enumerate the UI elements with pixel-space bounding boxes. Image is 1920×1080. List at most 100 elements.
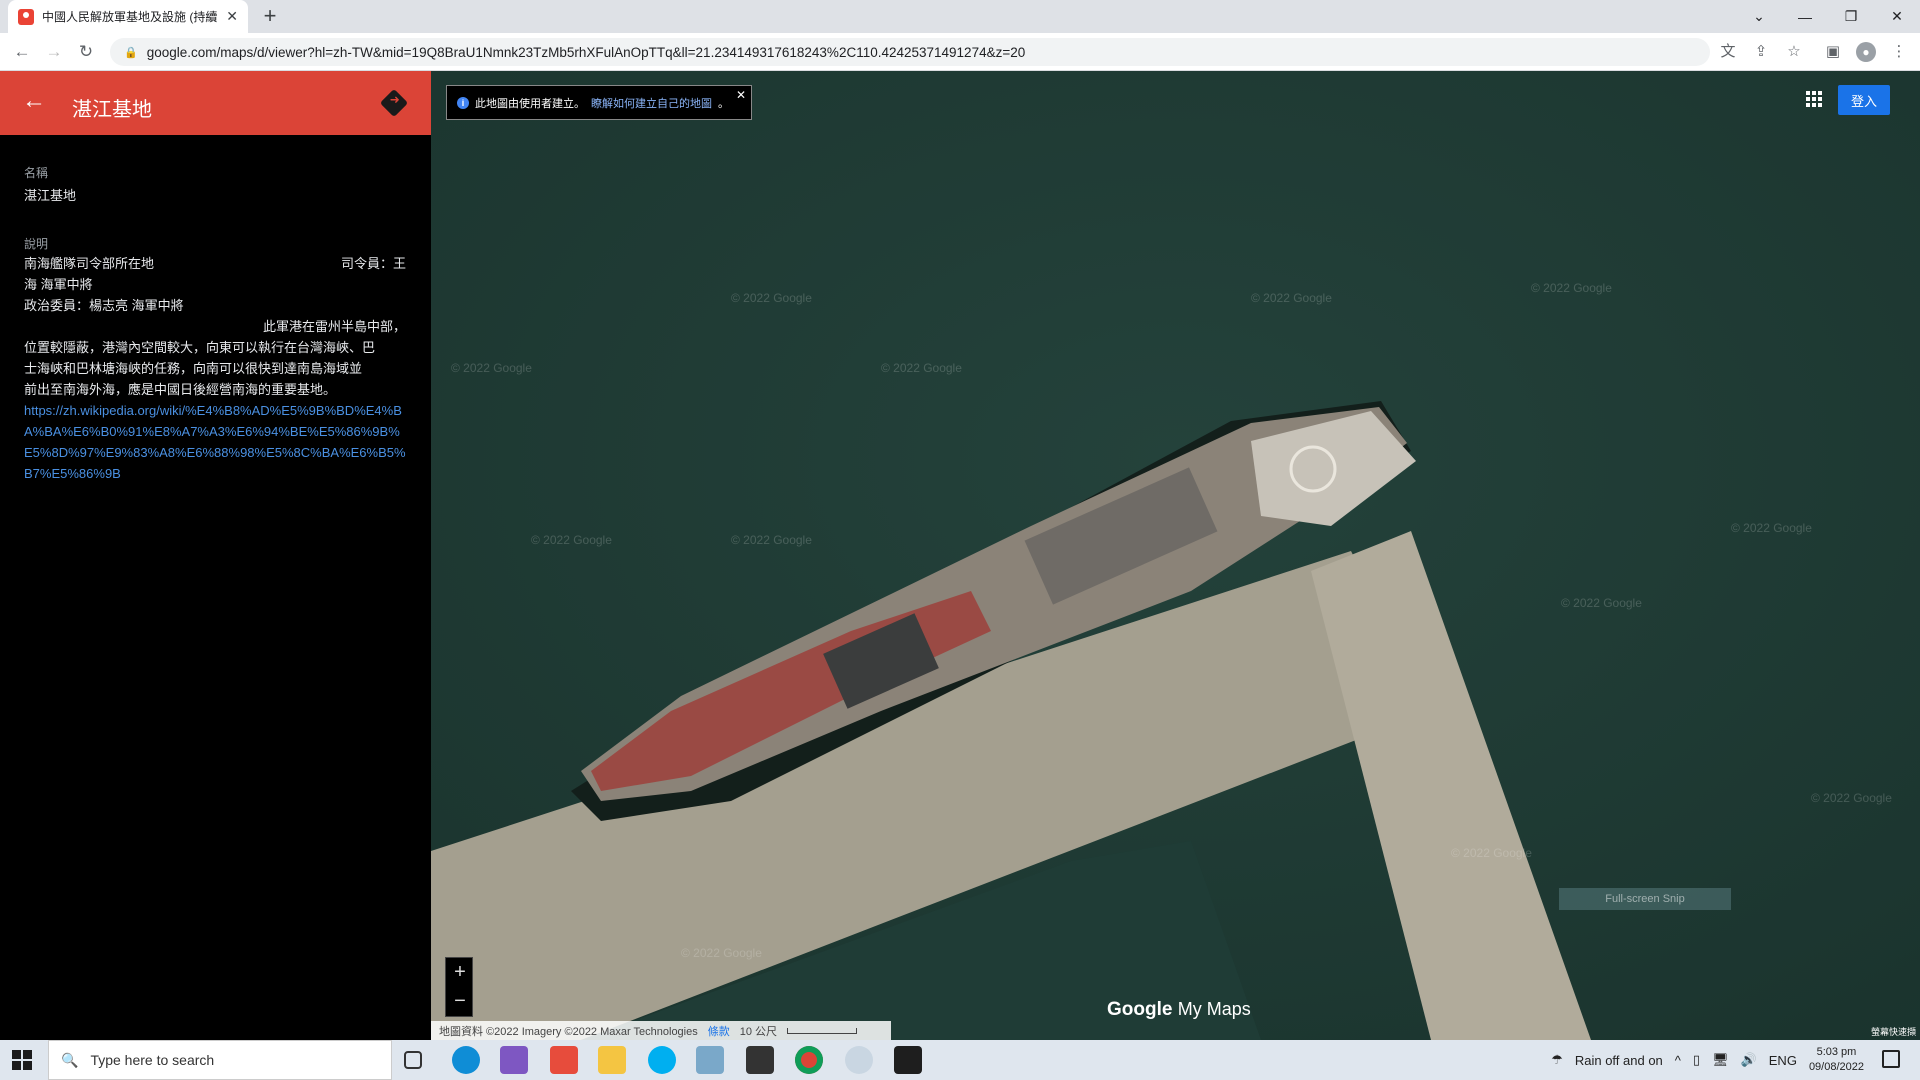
snip-corner-label: 螢幕快速擷 — [1870, 1027, 1916, 1037]
desc-line: 此軍港在雷州半島中部， — [262, 319, 406, 334]
zoom-in-button[interactable]: + — [446, 958, 474, 987]
sign-in-button[interactable]: 登入 — [1838, 85, 1890, 115]
task-view-icon[interactable] — [404, 1051, 422, 1069]
forward-icon[interactable]: → — [42, 40, 66, 64]
network-icon[interactable]: 🖥 — [1712, 1052, 1729, 1068]
map-attribution: 地圖資料 ©2022 Imagery ©2022 Maxar Technolog… — [439, 1025, 698, 1038]
edge-browser-icon[interactable] — [452, 1046, 480, 1074]
minimize-button[interactable]: — — [1782, 0, 1828, 33]
zoom-controls: + − — [445, 957, 473, 1017]
menu-kebab-icon[interactable]: ⋮ — [1889, 42, 1909, 62]
name-value: 湛江基地 — [24, 188, 77, 203]
snipping-tool-icon[interactable] — [845, 1046, 873, 1074]
clock-date: 09/08/2022 — [1808, 1061, 1864, 1073]
name-label: 名稱 — [24, 166, 49, 180]
map-footer: 地圖資料 ©2022 Imagery ©2022 Maxar Technolog… — [431, 1021, 891, 1040]
zoom-out-button[interactable]: − — [446, 987, 474, 1016]
map-watermark: © 2022 Google — [1811, 791, 1892, 805]
paint-app-icon[interactable] — [696, 1046, 724, 1074]
desc-line: 士海峽和巴林塘海峽的任務，向南可以很快到達南島海域並 — [24, 361, 363, 376]
clock-time: 5:03 pm — [1816, 1046, 1857, 1058]
share-icon[interactable]: ⇪ — [1751, 42, 1771, 62]
back-arrow-icon[interactable]: ← — [22, 87, 46, 115]
panel-header: ← 湛江基地 — [0, 71, 431, 135]
desc-line: 海 海軍中將 — [24, 277, 93, 292]
notice-suffix: 。 — [718, 97, 729, 110]
desc-line: 位置較隱蔽，港灣內空間較大，向東可以執行在台灣海峽、巴 — [24, 340, 376, 355]
info-icon: i — [457, 96, 469, 109]
tab-title: 中國人民解放軍基地及設施 (持續 — [42, 10, 218, 24]
learn-create-map-link[interactable]: 瞭解如何建立自己的地圖 — [591, 95, 712, 111]
chrome-icon[interactable] — [795, 1046, 823, 1074]
map-watermark: © 2022 Google — [731, 533, 812, 547]
terminal-icon[interactable] — [746, 1046, 774, 1074]
url-text: google.com/maps/d/viewer?hl=zh-TW&mid=19… — [146, 44, 1026, 60]
full-screen-snip-overlay: Full-screen Snip — [1559, 888, 1731, 910]
visual-studio-icon[interactable] — [500, 1046, 528, 1074]
map-watermark: © 2022 Google — [681, 946, 762, 960]
feature-detail-panel: ← 湛江基地 名稱 湛江基地 說明 南海艦隊司令部所在地 司令員：王 海 海軍中… — [0, 71, 431, 1040]
scale-label: 10 公尺 — [739, 1025, 778, 1038]
directions-icon[interactable] — [379, 88, 409, 118]
satellite-map[interactable]: © 2022 Google © 2022 Google © 2022 Googl… — [431, 71, 1920, 1040]
reload-icon[interactable]: ↻ — [74, 40, 98, 64]
sticky-notes-icon[interactable] — [894, 1046, 922, 1074]
google-my-maps-logo: Google My Maps — [1107, 999, 1251, 1021]
map-watermark: © 2022 Google — [881, 361, 962, 375]
skype-icon[interactable] — [648, 1046, 676, 1074]
desc-line: 南海艦隊司令部所在地 — [24, 256, 155, 271]
system-tray: ☂ Rain off and on ^ ▯ 🖥 🔊 ENG 5:03 pm 09… — [1551, 1040, 1920, 1080]
new-tab-button[interactable]: + — [258, 4, 282, 28]
side-panel-icon[interactable]: ▣ — [1823, 42, 1843, 62]
search-icon: 🔍 — [61, 1051, 79, 1068]
file-explorer-icon[interactable] — [598, 1046, 626, 1074]
anydesk-icon[interactable] — [550, 1046, 578, 1074]
volume-icon[interactable]: 🔊 — [1741, 1052, 1757, 1068]
back-icon[interactable]: ← — [10, 40, 34, 64]
tab-strip: 中國人民解放軍基地及設施 (持續 ✕ + ⌄ — ❐ ✕ — [0, 0, 1920, 33]
map-watermark: © 2022 Google — [731, 291, 812, 305]
panel-title: 湛江基地 — [72, 99, 152, 121]
desc-line: 司令員：王 — [340, 256, 406, 271]
weather-text[interactable]: Rain off and on — [1575, 1053, 1663, 1068]
clock[interactable]: 5:03 pm 09/08/2022 — [1809, 1045, 1864, 1075]
map-watermark: © 2022 Google — [531, 533, 612, 547]
bookmark-star-icon[interactable]: ☆ — [1784, 42, 1804, 62]
address-bar[interactable]: 🔒 google.com/maps/d/viewer?hl=zh-TW&mid=… — [110, 38, 1710, 66]
scale-bar — [787, 1027, 858, 1034]
map-watermark: © 2022 Google — [1451, 846, 1532, 860]
restore-button[interactable]: ❐ — [1828, 0, 1874, 33]
close-window-button[interactable]: ✕ — [1874, 0, 1920, 33]
close-notice-icon[interactable]: ✕ — [736, 88, 746, 102]
notification-center-icon[interactable] — [1882, 1050, 1900, 1068]
wikipedia-link[interactable]: https://zh.wikipedia.org/wiki/%E4%B8%AD%… — [24, 400, 406, 484]
browser-tab[interactable]: 中國人民解放軍基地及設施 (持續 ✕ — [8, 0, 248, 33]
translate-icon[interactable]: 文 — [1718, 42, 1738, 62]
map-watermark: © 2022 Google — [451, 361, 532, 375]
windows-taskbar: 🔍 Type here to search ☂ Rain off and on … — [0, 1040, 1920, 1080]
brand-google: Google — [1107, 999, 1173, 1020]
language-indicator[interactable]: ENG — [1769, 1053, 1797, 1068]
profile-avatar-icon[interactable]: ● — [1856, 42, 1876, 62]
map-watermark: © 2022 Google — [1731, 521, 1812, 535]
terms-link[interactable]: 條款 — [708, 1023, 730, 1039]
tab-search-icon[interactable]: ⌄ — [1736, 0, 1782, 33]
map-watermark: © 2022 Google — [1251, 291, 1332, 305]
battery-icon[interactable]: ▯ — [1693, 1052, 1700, 1068]
browser-toolbar: ← → ↻ 🔒 google.com/maps/d/viewer?hl=zh-T… — [0, 33, 1920, 71]
google-apps-icon[interactable] — [1806, 91, 1822, 107]
description-text: 南海艦隊司令部所在地 司令員：王 海 海軍中將 政治委員：楊志亮 海軍中將 此軍… — [24, 253, 406, 484]
map-watermark: © 2022 Google — [1531, 281, 1612, 295]
map-watermark: © 2022 Google — [1561, 596, 1642, 610]
desc-line: 前出至南海外海，應是中國日後經營南海的重要基地。 — [24, 382, 337, 397]
notice-text: 此地圖由使用者建立。 — [475, 97, 585, 110]
brand-mymaps: My Maps — [1177, 999, 1251, 1019]
windows-start-icon[interactable] — [12, 1050, 32, 1070]
close-tab-icon[interactable]: ✕ — [226, 8, 238, 25]
taskbar-search[interactable]: 🔍 Type here to search — [48, 1040, 392, 1080]
tray-overflow-icon[interactable]: ^ — [1675, 1053, 1681, 1068]
lock-icon: 🔒 — [124, 46, 138, 59]
maps-pin-icon — [18, 8, 34, 25]
weather-icon[interactable]: ☂ — [1551, 1052, 1563, 1068]
desc-line: 政治委員：楊志亮 海軍中將 — [24, 298, 184, 313]
